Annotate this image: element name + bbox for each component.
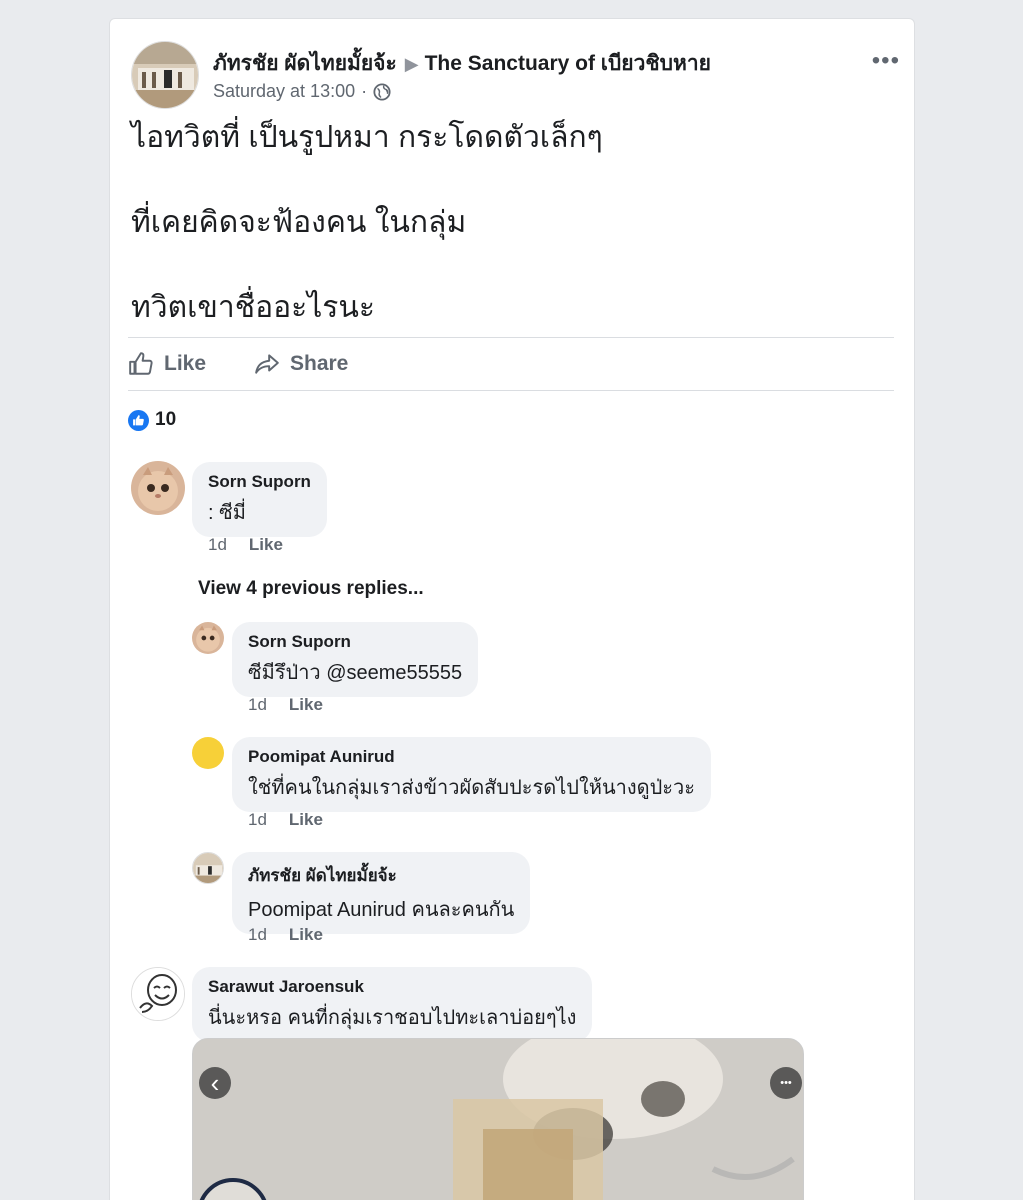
- chevron-left-icon: ‹: [210, 1068, 220, 1098]
- comment-text: นี่นะหรอ คนที่กลุ่มเราชอบไปทะเลาบ่อยๆไง: [208, 1007, 577, 1029]
- like-button[interactable]: Like: [128, 351, 206, 377]
- post-options-button[interactable]: •••: [872, 47, 900, 75]
- author-name[interactable]: ภัทรชัย ผัดไทยมั้ยจ้ะ: [213, 52, 397, 75]
- commenter-name[interactable]: Sorn Suporn: [208, 472, 311, 492]
- post-meta: Saturday at 13:00 ·: [213, 81, 391, 102]
- dog-photo: [193, 1039, 803, 1200]
- post-body: ไอทวิตที่ เป็นรูปหมา กระโดดตัวเล็กๆ ที่เ…: [131, 117, 603, 372]
- reply-bubble: Sorn Suporn ซีมีรึป่าว @seeme55555: [232, 622, 479, 697]
- avatar[interactable]: [131, 967, 185, 1021]
- comment-time[interactable]: 1d: [208, 535, 227, 555]
- comment-text: Poomipat Aunirud คนละคนกัน: [248, 893, 514, 925]
- comment-bubble: Sarawut Jaroensuk นี่นะหรอ คนที่กลุ่มเรา…: [192, 967, 593, 1042]
- more-dots-icon: •••: [780, 1077, 792, 1089]
- photo-options-button[interactable]: •••: [770, 1067, 802, 1099]
- comment-time[interactable]: 1d: [248, 810, 267, 830]
- post-line-1: ไอทวิตที่ เป็นรูปหมา กระโดดตัวเล็กๆ: [131, 121, 603, 154]
- post-line-2: ที่เคยคิดจะฟ้องคน ในกลุ่ม: [131, 206, 467, 239]
- author-avatar[interactable]: [131, 41, 199, 109]
- mentioned-user[interactable]: Poomipat Aunirud: [248, 899, 406, 921]
- post-time[interactable]: Saturday at 13:00: [213, 81, 355, 102]
- post-line-3: ทวิตเขาชื่ออะไรนะ: [131, 291, 376, 324]
- comment-like-link[interactable]: Like: [249, 535, 283, 555]
- separator-arrow-icon: ▶: [404, 54, 419, 74]
- comment-like-link[interactable]: Like: [289, 810, 323, 830]
- comment-text: ใช่ที่คนในกลุ่มเราส่งข้าวผัดสับปะรดไปให้…: [248, 777, 696, 799]
- like-label: Like: [164, 352, 207, 375]
- share-arrow-icon: [255, 354, 279, 374]
- comment-like-link[interactable]: Like: [289, 695, 323, 715]
- avatar[interactable]: [192, 737, 224, 769]
- comment-text-body: คนละคนกัน: [405, 899, 515, 921]
- share-label: Share: [290, 352, 349, 375]
- comment-photo[interactable]: ‹ •••: [192, 1038, 804, 1200]
- comment-bubble: Sorn Suporn : ซีมี่: [192, 462, 327, 537]
- divider: [128, 337, 894, 338]
- commenter-name[interactable]: Sarawut Jaroensuk: [208, 977, 576, 997]
- comment-like-link[interactable]: Like: [289, 925, 323, 945]
- comment-time[interactable]: 1d: [248, 695, 267, 715]
- comment-meta: 1d Like: [208, 535, 283, 555]
- comment-time[interactable]: 1d: [248, 925, 267, 945]
- previous-image-button[interactable]: ‹: [199, 1067, 231, 1099]
- reaction-count: 10: [155, 409, 177, 430]
- meta-dot: ·: [361, 81, 368, 101]
- group-name[interactable]: The Sanctuary of เบียวชิบหาย: [425, 52, 711, 75]
- comment-meta: 1d Like: [248, 695, 323, 715]
- view-previous-replies-link[interactable]: View 4 previous replies...: [198, 578, 424, 600]
- comment-meta: 1d Like: [248, 810, 323, 830]
- thumbs-up-icon: [129, 352, 153, 375]
- globe-icon: [373, 82, 391, 101]
- avatar[interactable]: [192, 852, 224, 884]
- like-reaction-icon: [128, 409, 149, 431]
- reaction-summary[interactable]: 10: [128, 409, 176, 431]
- commenter-name[interactable]: Sorn Suporn: [248, 632, 462, 652]
- post-card: ภัทรชัย ผัดไทยมั้ยจ้ะ ▶ The Sanctuary of เ…: [109, 18, 915, 1200]
- reply-bubble: Poomipat Aunirud ใช่ที่คนในกลุ่มเราส่งข้…: [232, 737, 712, 812]
- reply-bubble: ภัทรชัย ผัดไทยมั้ยจ้ะ Poomipat Aunirud ค…: [232, 852, 531, 934]
- commenter-name[interactable]: ภัทรชัย ผัดไทยมั้ยจ้ะ: [248, 862, 514, 889]
- author-line: ภัทรชัย ผัดไทยมั้ยจ้ะ ▶ The Sanctuary of เ…: [213, 47, 711, 80]
- share-button[interactable]: Share: [254, 351, 348, 377]
- comment-text: : ซีมี่: [208, 502, 246, 524]
- avatar[interactable]: [131, 461, 185, 515]
- comment-meta: 1d Like: [248, 925, 323, 945]
- commenter-name[interactable]: Poomipat Aunirud: [248, 747, 695, 767]
- divider: [128, 390, 894, 391]
- avatar[interactable]: [192, 622, 224, 654]
- comment-text: ซีมีรึป่าว @seeme55555: [248, 662, 463, 684]
